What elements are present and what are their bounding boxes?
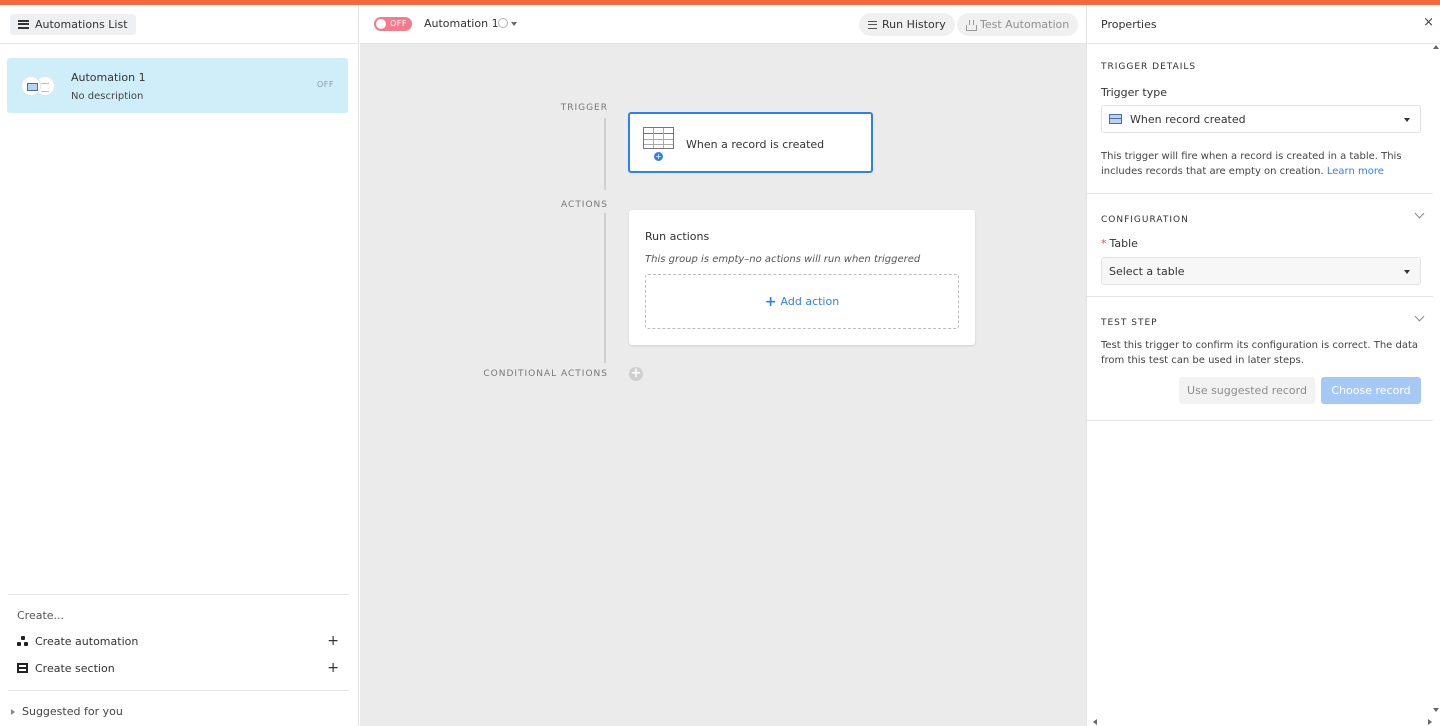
conditional-actions-label: CONDITIONAL ACTIONS (483, 369, 608, 379)
use-suggested-record-button[interactable]: Use suggested record (1179, 377, 1315, 404)
info-icon[interactable] (498, 18, 508, 28)
connector-line (604, 213, 606, 363)
empty-group-note: This group is empty–no actions will run … (645, 254, 921, 265)
choose-record-button[interactable]: Choose record (1321, 377, 1421, 404)
connector-line (604, 118, 606, 190)
caret-right-icon (11, 708, 15, 715)
add-action-button[interactable]: + Add action (645, 274, 959, 329)
suggested-label: Suggested for you (22, 705, 123, 718)
plus-circle-icon: + (654, 152, 663, 161)
scroll-up-arrow[interactable] (1433, 45, 1439, 49)
trigger-details-section: TRIGGER DETAILS Trigger type When record… (1087, 44, 1433, 194)
properties-panel: Properties × TRIGGER DETAILS Trigger typ… (1086, 5, 1440, 726)
automation-header: OFF Automation 1 Run History Test Automa… (360, 5, 1086, 44)
automation-list-item[interactable]: Automation 1 No description OFF (7, 58, 348, 113)
chevron-down-icon[interactable] (511, 22, 517, 26)
add-action-label: Add action (780, 295, 840, 308)
toggle-label: OFF (390, 19, 407, 28)
trigger-card[interactable]: + When a record is created (628, 112, 873, 173)
trigger-icon (1109, 114, 1122, 124)
test-automation-label: Test Automation (980, 18, 1070, 31)
chevron-down-icon (1404, 118, 1410, 122)
configuration-section: CONFIGURATION * Table Select a table (1087, 194, 1433, 297)
automation-canvas: OFF Automation 1 Run History Test Automa… (360, 5, 1086, 726)
properties-title: Properties (1101, 18, 1157, 31)
properties-header: Properties × (1087, 5, 1440, 44)
automations-list-label: Automations List (35, 17, 128, 31)
test-automation-button[interactable]: Test Automation (957, 13, 1079, 36)
trigger-description: This trigger will fire when a record is … (1101, 149, 1427, 179)
chevron-down-icon[interactable] (1414, 311, 1425, 322)
automation-step-icons (21, 76, 57, 96)
plus-icon: + (764, 293, 777, 310)
actions-section-label: ACTIONS (561, 200, 608, 210)
automations-list-button[interactable]: Automations List (10, 13, 136, 35)
automation-name: Automation 1 (71, 71, 146, 84)
close-icon[interactable]: × (1423, 15, 1434, 30)
trigger-section-label: TRIGGER (560, 103, 608, 113)
list-icon (868, 20, 877, 29)
run-actions-title: Run actions (645, 230, 710, 243)
status-badge: OFF (317, 80, 334, 89)
table-label: Table (1109, 237, 1138, 250)
suggested-for-you[interactable]: Suggested for you (11, 705, 123, 718)
test-step-section: TEST STEP Test this trigger to confirm i… (1087, 297, 1433, 421)
automation-toggle[interactable]: OFF (374, 17, 412, 31)
toggle-knob (376, 19, 386, 29)
plus-icon[interactable]: + (327, 660, 339, 676)
scroll-down-arrow[interactable] (1433, 708, 1439, 712)
chevron-down-icon[interactable] (1414, 208, 1425, 219)
create-section-label: Create section (35, 661, 115, 675)
scroll-left-arrow[interactable] (1093, 719, 1097, 725)
chevron-down-icon (1404, 270, 1410, 274)
automation-icon (17, 635, 28, 647)
create-section-row[interactable]: Create section + (17, 660, 339, 676)
flask-icon (966, 19, 977, 31)
divider (8, 594, 349, 595)
actions-group-card[interactable]: Run actions This group is empty–no actio… (629, 210, 975, 345)
table-icon (643, 127, 674, 149)
plus-icon[interactable]: + (327, 633, 339, 649)
create-automation-row[interactable]: Create automation + (17, 633, 339, 649)
table-select-value: Select a table (1109, 264, 1185, 278)
sidebar-header: Automations List (0, 5, 358, 44)
scroll-right-arrow[interactable] (1428, 719, 1432, 725)
test-step-description: Test this trigger to confirm its configu… (1101, 340, 1419, 366)
trigger-type-value: When record created (1130, 112, 1246, 126)
test-step-heading: TEST STEP (1101, 318, 1158, 328)
trigger-details-heading: TRIGGER DETAILS (1101, 62, 1197, 72)
divider (8, 690, 349, 691)
run-history-label: Run History (882, 18, 946, 31)
learn-more-link[interactable]: Learn more (1327, 166, 1384, 177)
trigger-type-select[interactable]: When record created (1101, 105, 1421, 133)
trigger-type-label: Trigger type (1101, 86, 1168, 99)
configuration-heading: CONFIGURATION (1101, 215, 1189, 225)
hamburger-icon (18, 19, 29, 29)
automation-description: No description (71, 91, 144, 102)
add-conditional-icon[interactable]: + (629, 367, 643, 381)
required-mark: * (1101, 237, 1107, 250)
table-field-label: * Table (1101, 237, 1138, 250)
create-heading: Create... (17, 609, 65, 622)
trigger-title: When a record is created (686, 138, 825, 151)
table-select[interactable]: Select a table (1101, 257, 1421, 285)
automation-title[interactable]: Automation 1 (424, 17, 499, 30)
section-icon (17, 663, 28, 673)
automations-sidebar: Automations List Automation 1 No descrip… (0, 5, 359, 726)
create-automation-label: Create automation (35, 634, 139, 648)
trigger-icon (21, 76, 41, 96)
run-history-button[interactable]: Run History (859, 13, 955, 36)
